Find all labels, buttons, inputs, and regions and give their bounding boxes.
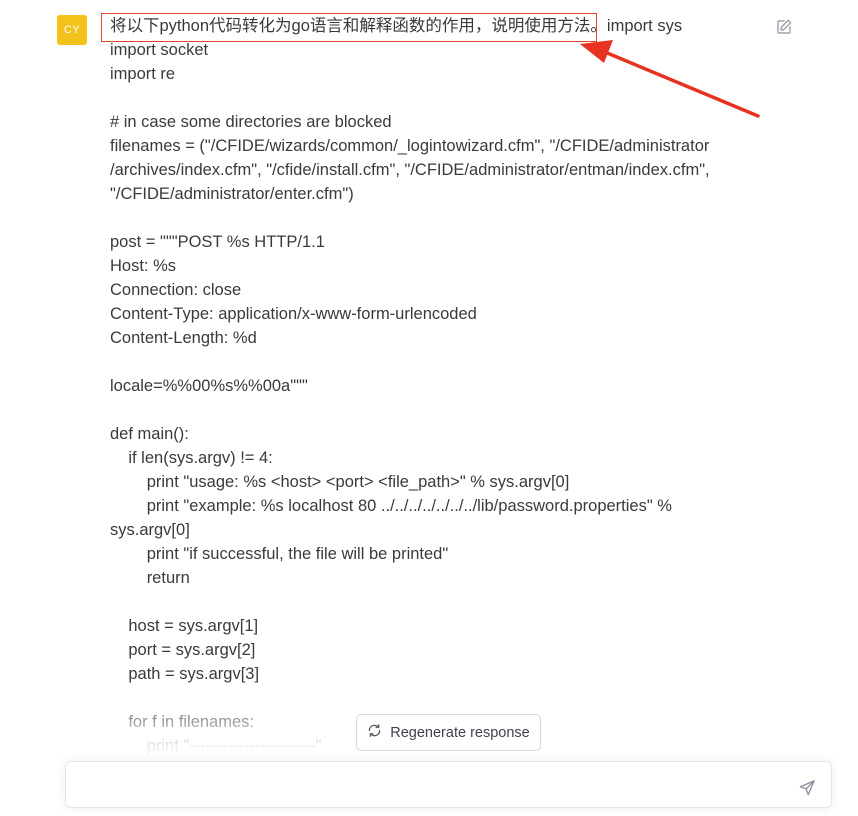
regenerate-response-button[interactable]: Regenerate response [356,714,541,751]
message-code: import sys import socket import re # in … [110,17,710,755]
avatar: CY [57,15,87,45]
edit-icon[interactable] [775,18,793,36]
send-icon[interactable] [799,779,816,796]
highlighted-prompt: 将以下python代码转化为go语言和解释函数的作用，说明使用方法。 [110,17,607,35]
refresh-icon [367,723,382,742]
message-input[interactable] [78,774,782,802]
message-composer [65,761,832,808]
regenerate-label: Regenerate response [390,724,530,741]
user-message: 将以下python代码转化为go语言和解释函数的作用，说明使用方法。import… [110,14,770,758]
